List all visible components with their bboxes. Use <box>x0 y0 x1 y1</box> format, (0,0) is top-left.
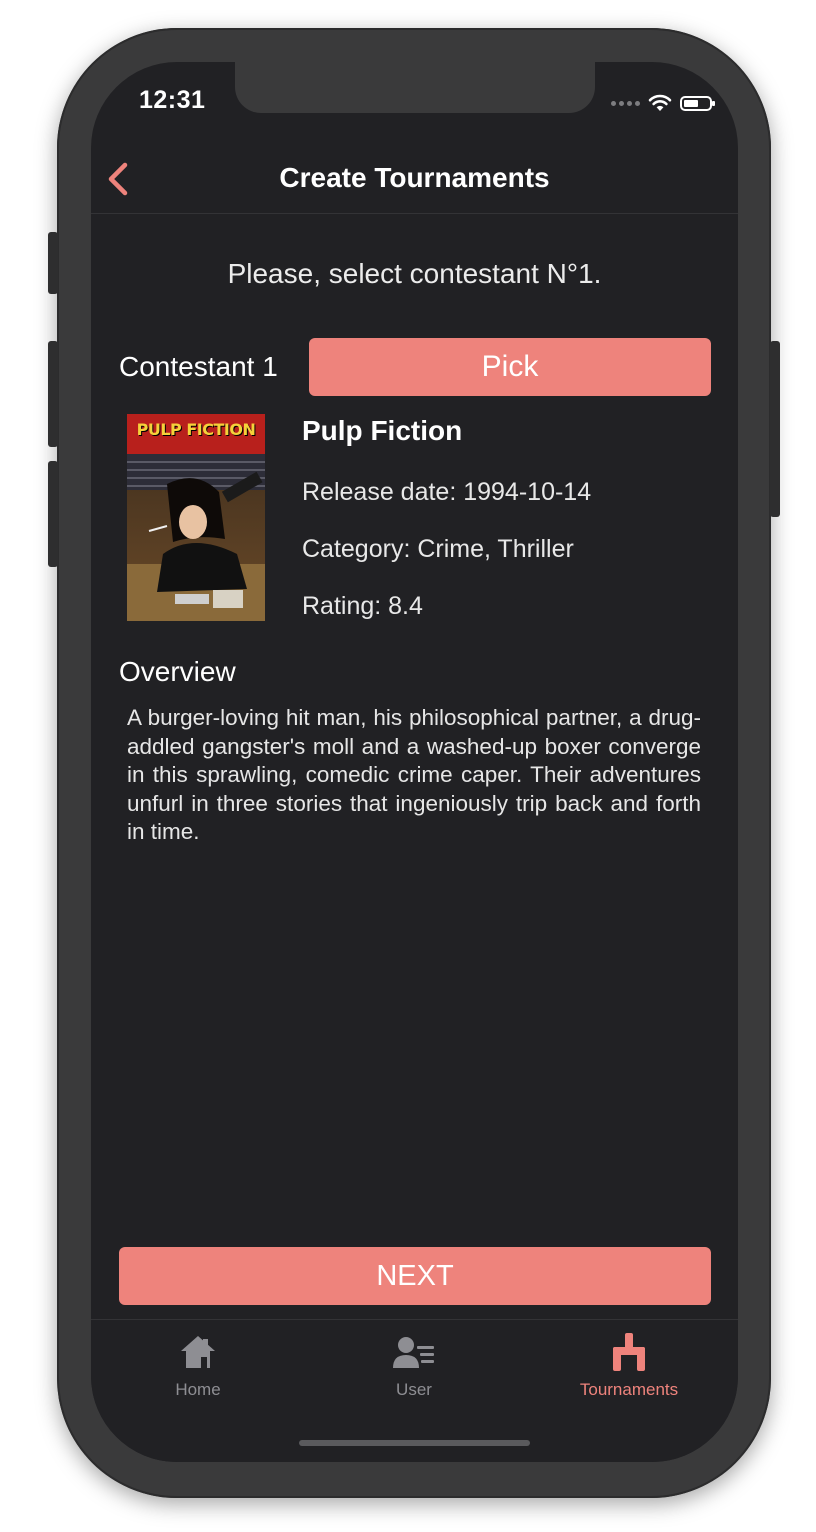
poster-title: PULP FICTION <box>136 420 256 439</box>
tab-user[interactable]: User <box>324 1330 504 1400</box>
home-icon <box>181 1336 215 1368</box>
selection-prompt: Please, select contestant N°1. <box>227 258 602 289</box>
page-title: Create Tournaments <box>279 162 550 193</box>
pick-button[interactable]: Pick <box>309 338 711 396</box>
tab-user-label: User <box>396 1380 432 1399</box>
tab-tournaments-label: Tournaments <box>579 1380 679 1399</box>
next-button[interactable]: NEXT <box>119 1247 711 1305</box>
tab-tournaments[interactable]: Tournaments <box>539 1330 719 1400</box>
category: Category: Crime, Thriller <box>302 535 574 563</box>
battery-icon <box>680 95 715 111</box>
overview-heading: Overview <box>119 656 236 687</box>
overview-text: A burger-loving hit man, his philosophic… <box>127 705 701 844</box>
notch <box>235 62 595 113</box>
volume-down-button <box>48 461 58 567</box>
contestant-label: Contestant 1 <box>119 351 278 382</box>
user-list-icon <box>393 1337 434 1368</box>
silent-switch <box>48 232 58 294</box>
release-date: Release date: 1994-10-14 <box>302 478 592 506</box>
home-indicator <box>299 1440 530 1446</box>
poster-artwork <box>127 414 265 621</box>
movie-poster: PULP FICTION <box>127 414 265 621</box>
power-button <box>770 341 780 517</box>
tournament-icon <box>613 1333 645 1371</box>
movie-title: Pulp Fiction <box>302 415 463 446</box>
wifi-icon <box>648 94 672 111</box>
signal-icon <box>611 100 640 106</box>
tab-home-label: Home <box>175 1380 221 1399</box>
volume-up-button <box>48 341 58 447</box>
rating: Rating: 8.4 <box>302 592 423 620</box>
status-icons <box>611 92 715 114</box>
navigation-bar: Create Tournaments <box>91 144 738 214</box>
status-time: 12:31 <box>139 86 206 114</box>
app-screen: 12:31 Create Tournaments Please, select … <box>91 62 738 1462</box>
tab-home[interactable]: Home <box>108 1330 288 1400</box>
